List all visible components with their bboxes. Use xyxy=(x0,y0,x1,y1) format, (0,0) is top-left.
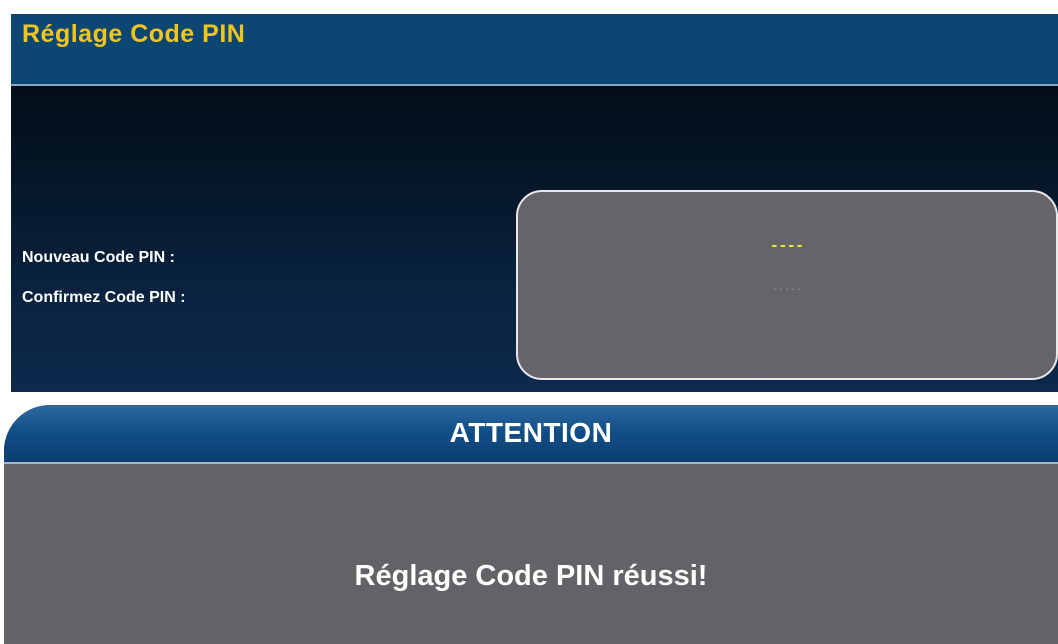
new-pin-field[interactable]: ---- xyxy=(518,238,1056,254)
dialog-header: ATTENTION xyxy=(4,405,1058,464)
attention-dialog: ATTENTION Réglage Code PIN réussi! xyxy=(4,405,1058,644)
pin-settings-header: Réglage Code PIN xyxy=(11,14,1058,86)
dialog-message: Réglage Code PIN réussi! xyxy=(354,560,708,592)
dialog-title: ATTENTION xyxy=(449,417,613,448)
confirm-pin-field[interactable]: ----- xyxy=(518,284,1056,295)
pin-entry-box: ---- ----- xyxy=(516,190,1058,380)
new-pin-label: Nouveau Code PIN : xyxy=(22,249,175,266)
pin-settings-screen: Réglage Code PIN Nouveau Code PIN : Conf… xyxy=(11,14,1058,392)
page-title: Réglage Code PIN xyxy=(22,20,246,48)
confirm-pin-label: Confirmez Code PIN : xyxy=(22,289,186,306)
